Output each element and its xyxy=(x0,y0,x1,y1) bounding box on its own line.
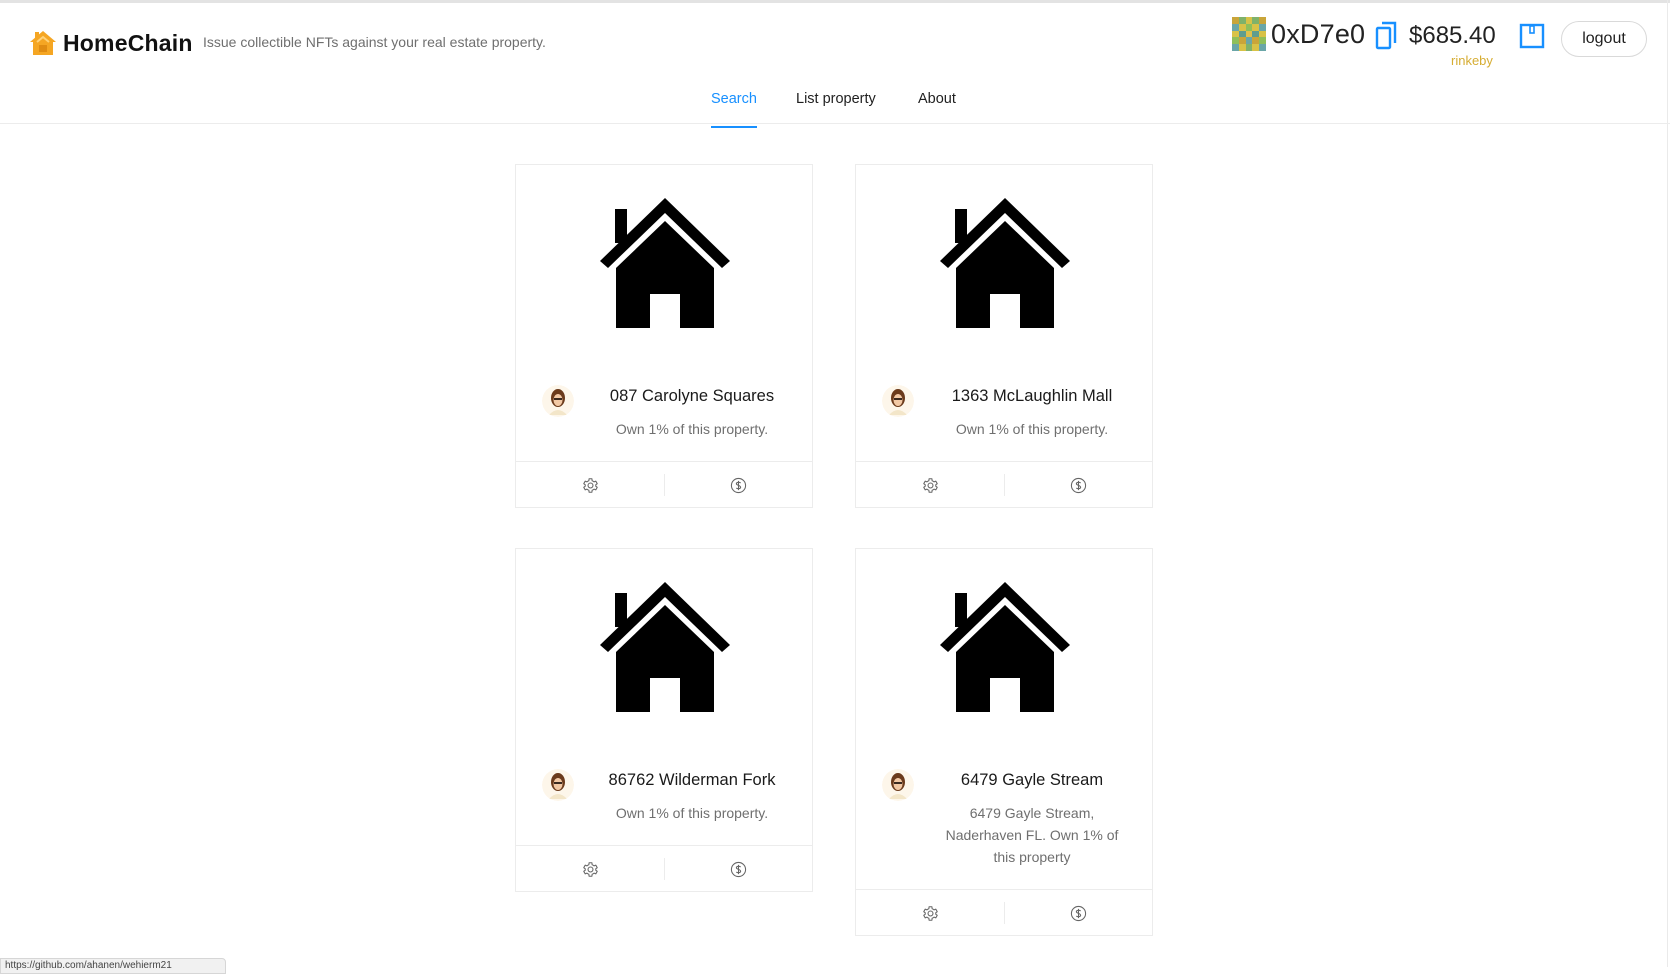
buy-button[interactable] xyxy=(664,846,812,893)
gear-icon xyxy=(582,478,598,493)
settings-button[interactable] xyxy=(516,846,664,893)
dollar-circle-icon xyxy=(730,477,746,494)
dollar-circle-icon xyxy=(730,861,746,878)
property-title: 6479 Gayle Stream xyxy=(960,771,1104,789)
tab-search[interactable]: Search xyxy=(711,91,757,128)
house-icon xyxy=(600,582,730,712)
property-description: Own 1% of this property. xyxy=(615,421,769,437)
card-actions xyxy=(516,845,812,893)
owner-avatar xyxy=(542,385,574,417)
property-card[interactable]: 6479 Gayle Stream 6479 Gayle Stream, Nad… xyxy=(855,548,1153,936)
buy-button[interactable] xyxy=(1004,890,1152,937)
property-title: 86762 Wilderman Fork xyxy=(608,771,776,789)
house-icon xyxy=(940,582,1070,712)
property-cover xyxy=(856,165,1154,360)
property-card[interactable]: 087 Carolyne Squares Own 1% of this prop… xyxy=(515,164,813,508)
property-card[interactable]: 1363 McLaughlin Mall Own 1% of this prop… xyxy=(855,164,1153,508)
settings-button[interactable] xyxy=(856,462,1004,509)
property-card[interactable]: 86762 Wilderman Fork Own 1% of this prop… xyxy=(515,548,813,892)
wallet-icon[interactable] xyxy=(1519,23,1545,49)
main-nav: Search List property About xyxy=(0,91,1670,128)
buy-button[interactable] xyxy=(1004,462,1152,509)
property-title: 087 Carolyne Squares xyxy=(609,387,775,405)
owner-avatar xyxy=(882,385,914,417)
card-actions xyxy=(516,461,812,509)
owner-avatar xyxy=(882,769,914,801)
house-icon xyxy=(600,198,730,328)
dollar-circle-icon xyxy=(1070,905,1086,922)
gear-icon xyxy=(922,906,938,921)
property-cover xyxy=(516,549,814,744)
house-logo-icon xyxy=(30,31,56,55)
account-address[interactable]: 0xD7e0 xyxy=(1232,16,1365,52)
status-bar-url: https://github.com/ahanen/wehierm21 xyxy=(0,958,226,974)
property-cover xyxy=(856,549,1154,744)
buy-button[interactable] xyxy=(664,462,812,509)
house-icon xyxy=(940,198,1070,328)
brand[interactable]: HomeChain xyxy=(28,27,193,59)
gear-icon xyxy=(922,478,938,493)
logout-button[interactable]: logout xyxy=(1561,21,1647,57)
tagline: Issue collectible NFTs against your real… xyxy=(203,34,546,50)
tab-about[interactable]: About xyxy=(918,91,956,126)
account-address-text: 0xD7e0 xyxy=(1271,18,1366,49)
window-right-border xyxy=(1667,0,1668,967)
settings-button[interactable] xyxy=(856,890,1004,937)
property-title: 1363 McLaughlin Mall xyxy=(951,387,1113,405)
brand-name: HomeChain xyxy=(63,29,193,56)
network-name: rinkeby xyxy=(1451,53,1493,68)
property-description: Own 1% of this property. xyxy=(615,805,769,821)
property-cover xyxy=(516,165,814,360)
tab-list-property[interactable]: List property xyxy=(796,91,876,126)
property-description: Own 1% of this property. xyxy=(955,421,1109,437)
account-balance: $685.40 xyxy=(1409,22,1496,49)
property-description: 6479 Gayle Stream, Naderhaven FL. Own 1%… xyxy=(945,805,1119,865)
app-header: HomeChain Issue collectible NFTs against… xyxy=(0,3,1670,128)
copy-icon[interactable] xyxy=(1375,21,1397,51)
settings-button[interactable] xyxy=(516,462,664,509)
gear-icon xyxy=(582,862,598,877)
dollar-circle-icon xyxy=(1070,477,1086,494)
owner-avatar xyxy=(542,769,574,801)
card-actions xyxy=(856,461,1152,509)
account-blockie-avatar xyxy=(1232,17,1266,51)
card-actions xyxy=(856,889,1152,937)
